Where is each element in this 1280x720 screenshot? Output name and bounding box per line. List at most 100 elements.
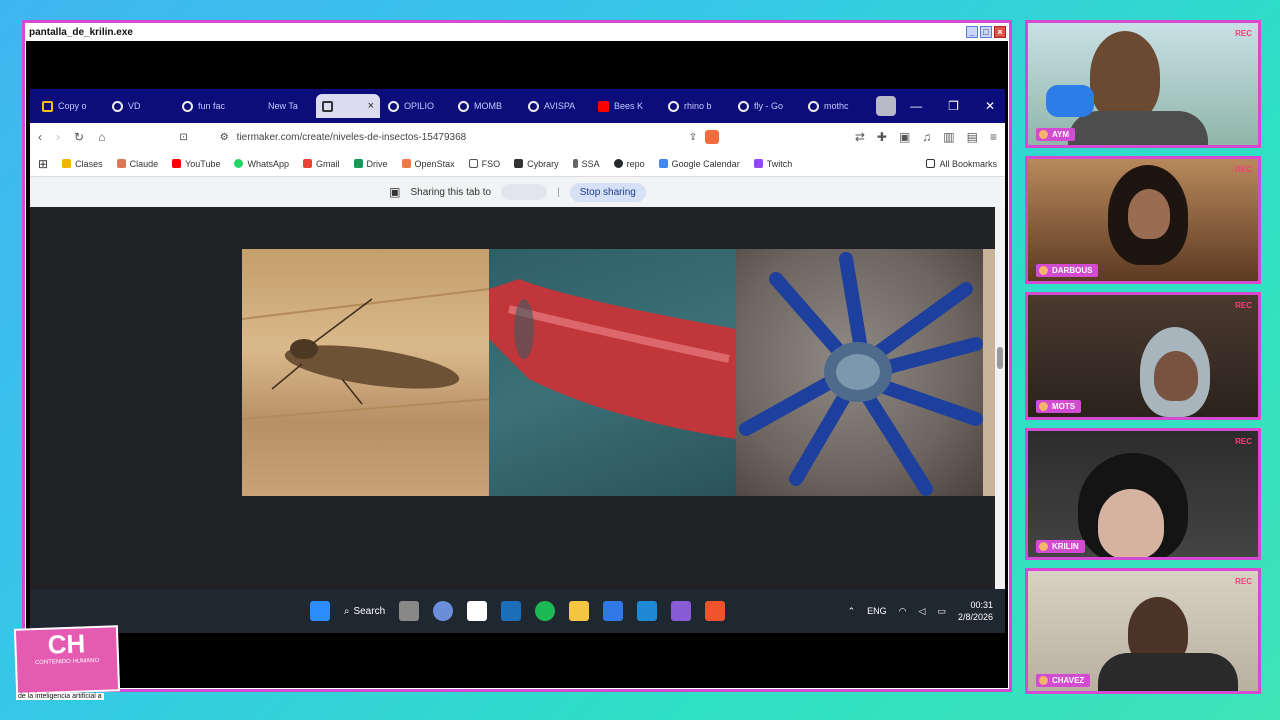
bookmark-claude[interactable]: Claude: [116, 159, 158, 169]
bookmark-gmail[interactable]: Gmail: [303, 159, 340, 169]
window-title: pantalla_de_krilin.exe: [29, 26, 133, 38]
media-icon[interactable]: ♫: [922, 130, 931, 144]
system-tray: ⌃ ENG ◠ ◁ ▭ 00:31 2/8/2026: [848, 599, 993, 623]
red-creature-image[interactable]: [489, 249, 736, 496]
google-icon: [668, 100, 679, 112]
minimize-icon[interactable]: _: [966, 26, 978, 38]
translate-icon[interactable]: ⇄: [855, 130, 865, 144]
tab-10[interactable]: fly - Go: [732, 94, 800, 118]
github-icon: [613, 159, 623, 168]
chevron-up-icon[interactable]: ⌃: [848, 606, 856, 617]
tab-6[interactable]: MOMB: [452, 94, 520, 118]
app-blue-icon[interactable]: [603, 601, 624, 621]
tab-11[interactable]: mothc: [802, 94, 870, 118]
notion-icon[interactable]: [467, 601, 488, 621]
bookmark-whatsapp[interactable]: WhatsApp: [234, 159, 289, 169]
bookmark-ssa[interactable]: SSA: [572, 159, 600, 169]
extensions-icon[interactable]: ✚: [877, 130, 887, 144]
url-text: tiermaker.com/create/niveles-de-insectos…: [236, 131, 467, 143]
tab-5[interactable]: OPILIO: [382, 94, 450, 118]
windows-taskbar: ⌕ Search ⌃ ENG ◠ ◁ ▭ 00:31 2/8/2026: [30, 589, 1005, 633]
language-indicator[interactable]: ENG: [867, 606, 887, 616]
tab-1[interactable]: VD: [106, 94, 174, 118]
vscode-icon[interactable]: [637, 601, 658, 621]
forward-icon[interactable]: ›: [56, 130, 60, 144]
tab-close-icon[interactable]: ×: [368, 100, 374, 112]
bookmark-repo[interactable]: repo: [613, 159, 645, 169]
back-icon[interactable]: ‹: [38, 130, 42, 144]
brave-icon[interactable]: [705, 601, 726, 621]
tab-4-active[interactable]: ×: [316, 94, 380, 118]
bookmark-google-calendar[interactable]: Google Calendar: [658, 159, 740, 169]
tab-2[interactable]: fun fac: [176, 94, 244, 118]
logo-caption: de la inteligencia artificial a: [16, 693, 104, 700]
wallet-icon[interactable]: ▤: [967, 130, 978, 144]
all-bookmarks[interactable]: All Bookmarks: [926, 159, 997, 169]
scroll-thumb[interactable]: [997, 347, 1003, 369]
cam-name-tag: AYM: [1036, 128, 1076, 141]
person-mots-face: [1154, 351, 1198, 401]
visual-studio-icon[interactable]: [671, 601, 692, 621]
wifi-icon[interactable]: ◠: [899, 606, 907, 617]
reload-icon[interactable]: ↻: [74, 130, 84, 144]
moth-image[interactable]: [242, 249, 489, 496]
new-tab-button[interactable]: [876, 96, 896, 116]
sharing-text: Sharing this tab to: [410, 186, 492, 198]
bookmark-drive[interactable]: Drive: [353, 159, 388, 169]
task-view-icon[interactable]: [399, 601, 420, 621]
screenshot-icon[interactable]: ▣: [899, 130, 910, 144]
shared-screen: Copy o VD fun fac New Ta × OPILIO MOMB A…: [30, 89, 1005, 633]
bookmark-twitch[interactable]: Twitch: [753, 159, 792, 169]
tab-7[interactable]: AVISPA: [522, 94, 590, 118]
bookmark-icon[interactable]: ⊡: [179, 132, 187, 143]
clock[interactable]: 00:31 2/8/2026: [958, 599, 993, 623]
share-icon[interactable]: ⇪: [689, 132, 697, 143]
menu-icon[interactable]: ≡: [990, 130, 997, 144]
app-r-icon[interactable]: [433, 601, 454, 621]
address-bar[interactable]: ⊡ ⚙ tiermaker.com/create/niveles-de-inse…: [179, 126, 730, 148]
maximize-icon[interactable]: □: [980, 26, 992, 38]
bookmark-openstax[interactable]: OpenStax: [401, 159, 455, 169]
stream-window: pantalla_de_krilin.exe _ □ × Copy o VD f…: [22, 20, 1012, 692]
bookmark-clases[interactable]: Clases: [62, 159, 103, 169]
clock-date: 2/8/2026: [957, 612, 993, 622]
site-settings-icon[interactable]: ⚙: [220, 132, 229, 143]
brave-shield-icon[interactable]: [705, 130, 720, 144]
stop-sharing-button[interactable]: Stop sharing: [569, 182, 646, 202]
claude-icon: [116, 159, 126, 168]
folder-icon: [62, 159, 72, 168]
twitch-icon: [753, 159, 763, 168]
browser-minimize-icon[interactable]: —: [910, 99, 922, 113]
blue-tarantula-image[interactable]: [736, 249, 983, 496]
rec-indicator: REC: [1235, 577, 1252, 586]
google-icon: [528, 100, 539, 112]
tab-9[interactable]: rhino b: [662, 94, 730, 118]
tab-3[interactable]: New Ta: [246, 94, 314, 118]
tab-0[interactable]: Copy o: [36, 94, 104, 118]
home-icon[interactable]: ⌂: [98, 130, 105, 144]
battery-icon[interactable]: ▭: [937, 606, 946, 617]
window-titlebar: pantalla_de_krilin.exe _ □ ×: [25, 23, 1009, 41]
volume-icon[interactable]: ◁: [919, 606, 926, 617]
file-explorer-icon[interactable]: [569, 601, 590, 621]
browser-restore-icon[interactable]: ❐: [948, 99, 959, 113]
youtube-icon: [598, 100, 609, 112]
steam-icon[interactable]: [501, 601, 522, 621]
headphone-aym: [1046, 85, 1094, 117]
bookmark-fso[interactable]: FSO: [468, 159, 500, 169]
taskbar-search[interactable]: ⌕ Search: [344, 606, 385, 617]
bookmark-youtube[interactable]: YouTube: [172, 159, 220, 169]
webcam-krilin: REC KRILIN: [1025, 428, 1261, 560]
close-icon[interactable]: ×: [994, 26, 1006, 38]
apps-grid-icon[interactable]: ⊞: [38, 157, 48, 171]
sidebar-icon[interactable]: ▥: [943, 130, 954, 144]
browser-close-icon[interactable]: ✕: [985, 99, 995, 113]
spotify-icon[interactable]: [535, 601, 556, 621]
tab-8[interactable]: Bees K: [592, 94, 660, 118]
windows-start-icon[interactable]: [309, 601, 330, 621]
tab-sharing-bar: ▣ Sharing this tab to | Stop sharing: [30, 177, 1005, 207]
rec-indicator: REC: [1235, 301, 1252, 310]
page-scrollbar[interactable]: [995, 207, 1005, 589]
cam-name-tag: DARBOUS: [1036, 264, 1099, 277]
bookmark-cybrary[interactable]: Cybrary: [514, 159, 559, 169]
